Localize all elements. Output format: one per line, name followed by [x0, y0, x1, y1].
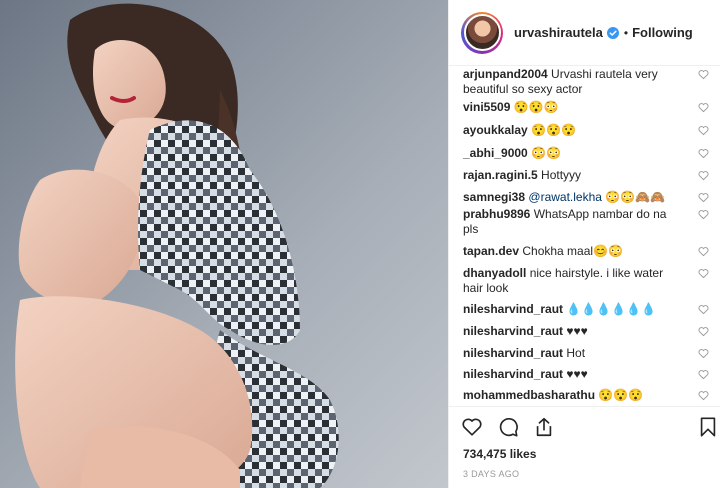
comment-username[interactable]: vini5509 [463, 100, 510, 114]
comment-text: 😯😯😯 [531, 123, 576, 137]
comment-item: nilesharvind_raut ♥♥♥ [463, 324, 711, 339]
like-count[interactable]: 734,475 likes [463, 447, 536, 461]
comment-item: nilesharvind_raut Hot [463, 346, 711, 361]
comment-item: _abhi_9000 😳😳 [463, 146, 711, 161]
post-side-panel: urvashirautela • Following arjunpand2004… [448, 0, 720, 488]
like-comment-heart-icon[interactable] [698, 304, 709, 315]
comment-username[interactable]: arjunpand2004 [463, 67, 548, 81]
comment-item: nilesharvind_raut ♥♥♥ [463, 367, 711, 382]
post-photo[interactable] [0, 0, 448, 488]
header-separator: • [623, 25, 629, 40]
like-comment-heart-icon[interactable] [698, 69, 709, 80]
like-comment-heart-icon[interactable] [698, 170, 709, 181]
comment-item: nilesharvind_raut 💧💧💧💧💧💧 [463, 302, 711, 317]
comment-item: rajan.ragini.5 Hottyyy [463, 168, 711, 183]
comment-text: 💧💧💧💧💧💧 [566, 302, 657, 316]
like-comment-heart-icon[interactable] [698, 348, 709, 359]
like-comment-heart-icon[interactable] [698, 369, 709, 380]
comment-text: ♥♥♥ [566, 367, 588, 381]
comment-item: ayoukkalay 😯😯😯 [463, 123, 711, 138]
post-timestamp[interactable]: 3 DAYS AGO [463, 469, 519, 479]
bookmark-icon[interactable] [697, 416, 719, 438]
comment-username[interactable]: samnegi38 [463, 190, 525, 204]
comment-username[interactable]: mohammedbasharathu [463, 388, 595, 402]
comment-text: 😳😳🙈🙈 [605, 190, 666, 204]
comment-item: samnegi38 @rawat.lekha 😳😳🙈🙈 [463, 190, 711, 205]
like-comment-heart-icon[interactable] [698, 209, 709, 220]
like-comment-heart-icon[interactable] [698, 268, 709, 279]
comment-username[interactable]: ayoukkalay [463, 123, 528, 137]
comment-text: Chokha maal😊😳 [522, 244, 623, 258]
comment-list[interactable]: arjunpand2004 Urvashi rautela very beaut… [449, 66, 720, 406]
photo-illustration [15, 3, 339, 488]
comment-username[interactable]: _abhi_9000 [463, 146, 528, 160]
comment-username[interactable]: rajan.ragini.5 [463, 168, 538, 182]
comment-text: ♥♥♥ [566, 324, 588, 338]
following-button[interactable]: Following [632, 25, 693, 40]
like-comment-heart-icon[interactable] [698, 246, 709, 257]
comment-username[interactable]: nilesharvind_raut [463, 302, 563, 316]
like-comment-heart-icon[interactable] [698, 192, 709, 203]
comment-item: dhanyadoll nice hairstyle. i like water … [463, 266, 711, 296]
comment-item: prabhu9896 WhatsApp nambar do na pls [463, 207, 711, 237]
comment-text: 😯😯😳 [513, 100, 559, 114]
post-header: urvashirautela • Following [449, 0, 720, 66]
comment-icon[interactable] [497, 416, 519, 438]
avatar[interactable] [461, 11, 503, 54]
comment-username[interactable]: dhanyadoll [463, 266, 526, 280]
like-comment-heart-icon[interactable] [698, 390, 709, 401]
avatar-image [463, 14, 501, 51]
comment-item: arjunpand2004 Urvashi rautela very beaut… [463, 67, 711, 97]
comment-username[interactable]: tapan.dev [463, 244, 519, 258]
comment-item: tapan.dev Chokha maal😊😳 [463, 244, 711, 259]
instagram-post: urvashirautela • Following arjunpand2004… [0, 0, 720, 488]
post-actions: 734,475 likes 3 DAYS AGO [449, 406, 720, 488]
like-comment-heart-icon[interactable] [698, 326, 709, 337]
comment-mention-link[interactable]: @rawat.lekha [528, 190, 602, 204]
username-link[interactable]: urvashirautela [514, 25, 603, 40]
comment-username[interactable]: nilesharvind_raut [463, 367, 563, 381]
verified-badge-icon [606, 26, 619, 39]
comment-username[interactable]: prabhu9896 [463, 207, 530, 221]
share-icon[interactable] [533, 416, 555, 438]
comment-username[interactable]: nilesharvind_raut [463, 324, 563, 338]
comment-text: 😳😳 [531, 146, 561, 160]
heart-icon[interactable] [461, 416, 483, 438]
like-comment-heart-icon[interactable] [698, 125, 709, 136]
comment-text: Hottyyy [541, 168, 582, 182]
comment-item: vini5509 😯😯😳 [463, 100, 711, 115]
comment-text: Hot [566, 346, 586, 360]
comment-text: 😯😯😯 [598, 388, 644, 402]
like-comment-heart-icon[interactable] [698, 148, 709, 159]
like-comment-heart-icon[interactable] [698, 102, 709, 113]
comment-item: mohammedbasharathu 😯😯😯 [463, 388, 711, 403]
comment-username[interactable]: nilesharvind_raut [463, 346, 563, 360]
